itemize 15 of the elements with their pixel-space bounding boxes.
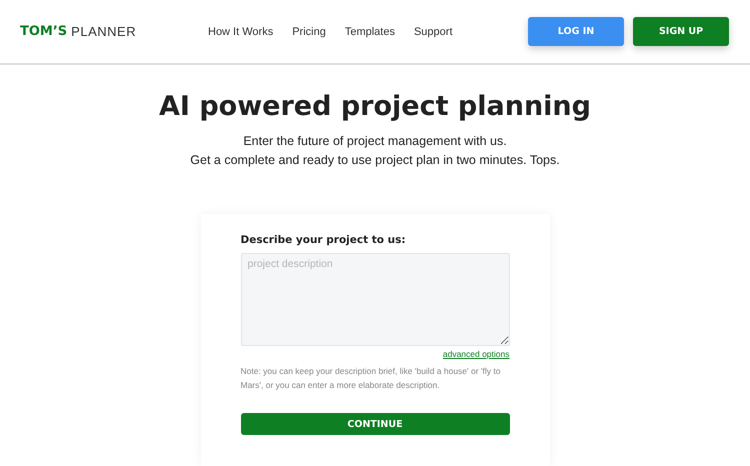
nav-link[interactable]: Support [414, 26, 452, 38]
advanced-options-link[interactable]: advanced options [442, 349, 510, 359]
logo-text[interactable]: PLANNER [71, 24, 136, 39]
field-label: Describe your project to us: [240, 234, 407, 246]
logo-text[interactable]: TOM’S [20, 24, 68, 39]
page-title: AI powered project planning [159, 91, 591, 122]
nav-link[interactable]: Pricing [292, 26, 326, 38]
subtitle: Get a complete and ready to use project plan in two minutes. Tops. [190, 153, 560, 167]
nav-link[interactable]: How It Works [208, 26, 274, 38]
subtitle: Enter the future of project management with us. [243, 134, 507, 148]
note-text: Note: you can keep your description brief, like 'build a house' or 'fly to Mars', or you can enter a more elaborate description. [240, 365, 502, 392]
continue-button[interactable]: CONTINUE [240, 413, 510, 435]
signup-button[interactable]: SIGN UP [633, 17, 729, 46]
description-field[interactable]: project description [240, 253, 510, 346]
nav-link[interactable]: Templates [344, 26, 395, 38]
